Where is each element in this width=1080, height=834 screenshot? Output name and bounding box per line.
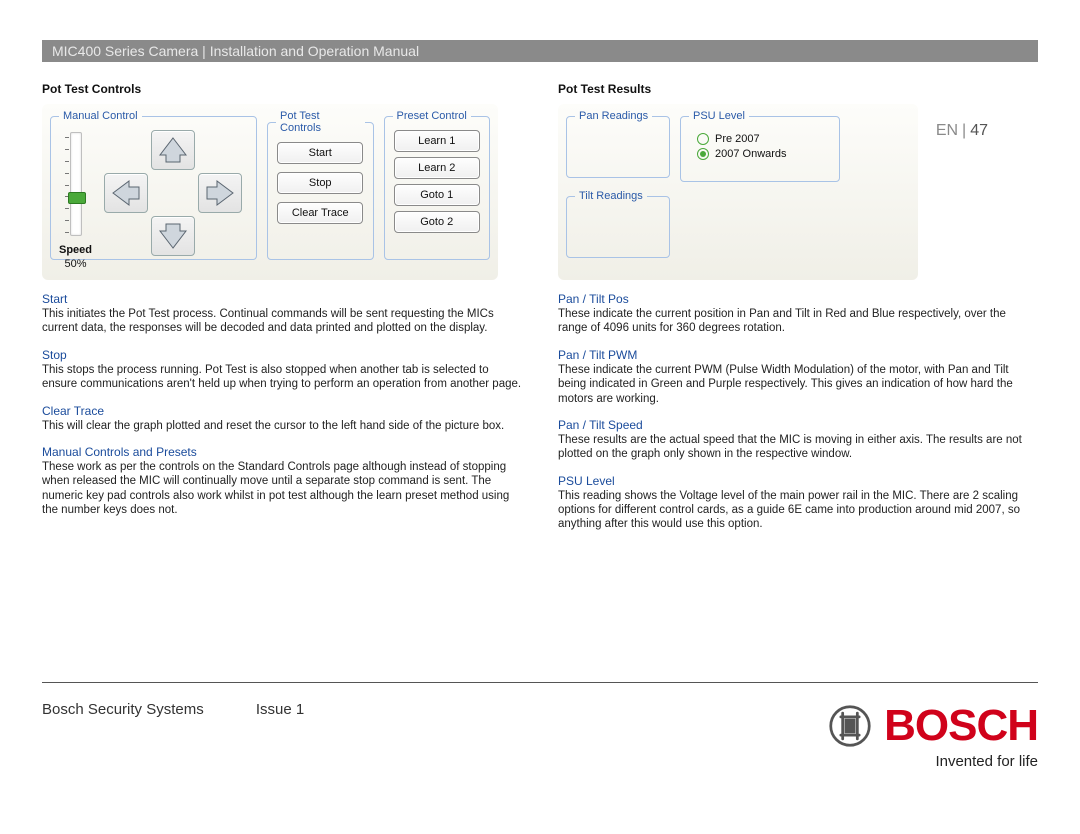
term-start: Start — [42, 292, 522, 306]
slider-track[interactable] — [70, 132, 82, 236]
psu-option-2007onwards-label: 2007 Onwards — [715, 148, 787, 160]
term-speed: Pan / Tilt Speed — [558, 418, 1038, 432]
body-pos: These indicate the current position in P… — [558, 307, 1038, 336]
pot-test-controls-figure: Manual Control Speed 50% — [42, 104, 498, 280]
pan-up-button[interactable] — [151, 130, 195, 170]
pan-readings-legend: Pan Readings — [575, 110, 652, 122]
pot-test-results-figure: Pan Readings Tilt Readings PSU Level Pre… — [558, 104, 918, 280]
body-mcp: These work as per the controls on the St… — [42, 460, 522, 518]
psu-level-legend: PSU Level — [689, 110, 749, 122]
bosch-anchor-icon — [828, 704, 872, 748]
bosch-logo: BOSCH Invented for life — [828, 701, 1038, 770]
speed-value: 50% — [64, 258, 86, 270]
lang-code: EN — [936, 122, 958, 139]
radio-icon — [697, 133, 709, 145]
arrow-up-icon — [156, 135, 190, 165]
arrow-down-icon — [156, 221, 190, 251]
term-psu: PSU Level — [558, 474, 1038, 488]
clear-trace-button[interactable]: Clear Trace — [277, 202, 363, 224]
pan-down-button[interactable] — [151, 216, 195, 256]
pot-test-buttons-group: Pot Test Controls Start Stop Clear Trace — [267, 110, 373, 260]
pan-left-button[interactable] — [104, 173, 148, 213]
preset-control-legend: Preset Control — [393, 110, 471, 122]
term-clear: Clear Trace — [42, 404, 522, 418]
arrow-right-icon — [203, 178, 237, 208]
page-footer: Bosch Security Systems Issue 1 BOSCH Inv… — [42, 701, 1038, 770]
body-pwm: These indicate the current PWM (Pulse Wi… — [558, 363, 1038, 406]
term-stop: Stop — [42, 348, 522, 362]
manual-control-legend: Manual Control — [59, 110, 142, 122]
bosch-wordmark: BOSCH — [884, 701, 1038, 751]
term-mcp: Manual Controls and Presets — [42, 445, 522, 459]
tilt-readings-legend: Tilt Readings — [575, 190, 647, 202]
footer-company: Bosch Security Systems — [42, 701, 204, 718]
psu-option-pre2007[interactable]: Pre 2007 — [697, 133, 831, 145]
manual-title: MIC400 Series Camera | Installation and … — [52, 43, 419, 59]
goto2-button[interactable]: Goto 2 — [394, 211, 480, 233]
psu-option-2007onwards[interactable]: 2007 Onwards — [697, 148, 831, 160]
manual-header-bar: MIC400 Series Camera | Installation and … — [42, 40, 1038, 62]
stop-button[interactable]: Stop — [277, 172, 363, 194]
pot-test-results-title: Pot Test Results — [558, 82, 1038, 96]
goto1-button[interactable]: Goto 1 — [394, 184, 480, 206]
psu-option-pre2007-label: Pre 2007 — [715, 133, 760, 145]
footer-rule — [42, 682, 1038, 683]
manual-control-group: Manual Control Speed 50% — [50, 110, 257, 260]
start-button[interactable]: Start — [277, 142, 363, 164]
pot-test-controls-title: Pot Test Controls — [42, 82, 522, 96]
pan-readings-group: Pan Readings — [566, 110, 670, 178]
psu-level-group: PSU Level Pre 2007 2007 Onwards — [680, 110, 840, 182]
page-number: 47 — [970, 122, 988, 139]
pot-test-buttons-legend: Pot Test Controls — [276, 110, 364, 134]
radio-selected-icon — [697, 148, 709, 160]
speed-slider[interactable]: Speed 50% — [59, 132, 92, 270]
slider-ticks — [65, 137, 69, 233]
term-pwm: Pan / Tilt PWM — [558, 348, 1038, 362]
bosch-tagline: Invented for life — [935, 753, 1038, 770]
page-indicator: EN|47 — [936, 122, 988, 140]
body-stop: This stops the process running. Pot Test… — [42, 363, 522, 392]
left-column: Pot Test Controls Manual Control Speed 5… — [42, 82, 522, 532]
body-clear: This will clear the graph plotted and re… — [42, 419, 522, 433]
lang-sep: | — [962, 122, 966, 139]
direction-pad — [98, 130, 248, 260]
preset-control-group: Preset Control Learn 1 Learn 2 Goto 1 Go… — [384, 110, 490, 260]
right-column: Pot Test Results Pan Readings Tilt Readi… — [558, 82, 1038, 532]
learn2-button[interactable]: Learn 2 — [394, 157, 480, 179]
speed-label: Speed — [59, 244, 92, 256]
pan-right-button[interactable] — [198, 173, 242, 213]
learn1-button[interactable]: Learn 1 — [394, 130, 480, 152]
arrow-left-icon — [109, 178, 143, 208]
footer-issue: Issue 1 — [256, 701, 304, 718]
term-pos: Pan / Tilt Pos — [558, 292, 1038, 306]
tilt-readings-group: Tilt Readings — [566, 190, 670, 258]
slider-thumb-icon[interactable] — [68, 192, 86, 204]
body-psu: This reading shows the Voltage level of … — [558, 489, 1038, 532]
body-speed: These results are the actual speed that … — [558, 433, 1038, 462]
body-start: This initiates the Pot Test process. Con… — [42, 307, 522, 336]
